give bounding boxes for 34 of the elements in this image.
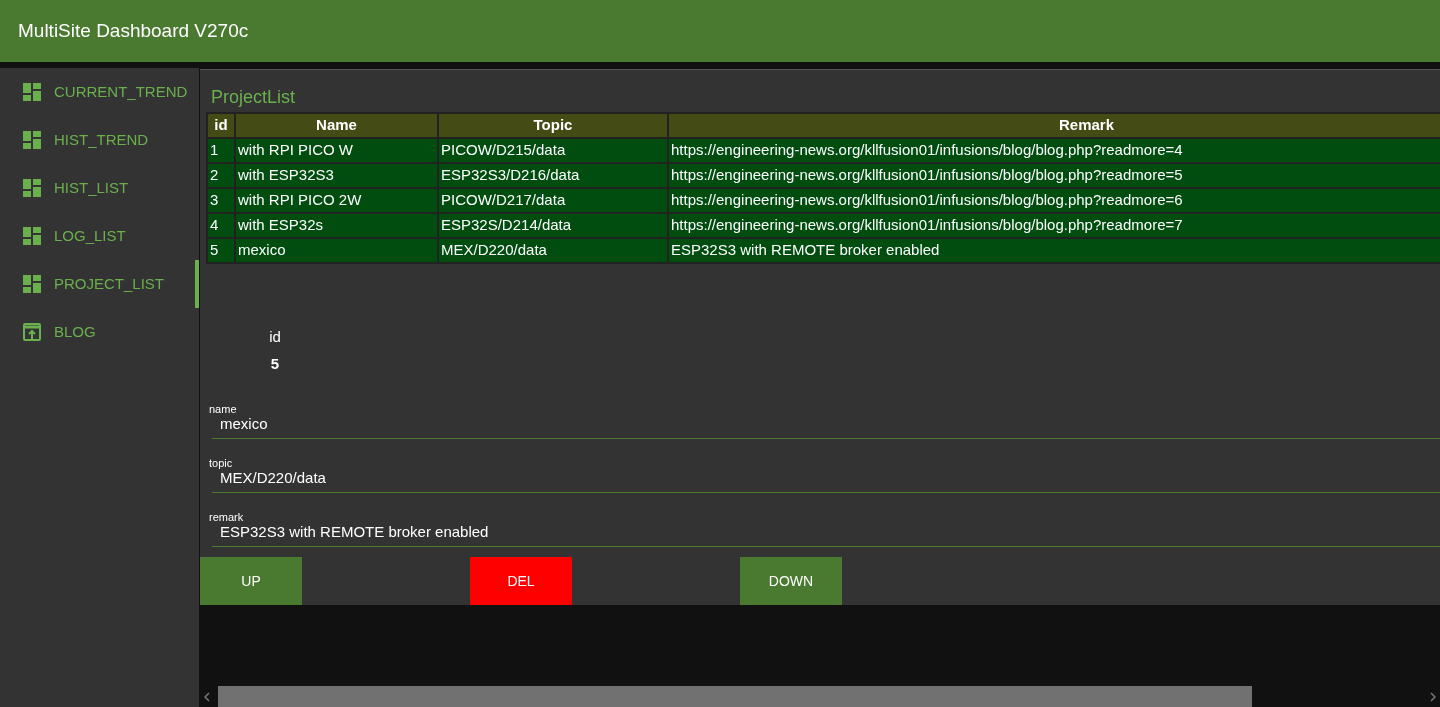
action-button[interactable]: DEL xyxy=(470,557,572,605)
sidebar-item[interactable]: LOG_LIST xyxy=(0,212,199,260)
field-label: topic xyxy=(209,458,234,470)
sidebar-item[interactable]: HIST_TREND xyxy=(0,116,199,164)
dashboard-icon xyxy=(23,179,41,197)
sidebar-item[interactable]: HIST_LIST xyxy=(0,164,199,212)
sidebar-item[interactable]: BLOG xyxy=(0,308,199,356)
field-value: mexico xyxy=(220,415,269,434)
scroll-left-icon[interactable] xyxy=(204,691,210,702)
open-in-browser-icon xyxy=(23,323,41,341)
field-label: remark xyxy=(209,512,245,524)
column-header: id xyxy=(207,113,235,138)
column-header: Topic xyxy=(438,113,668,138)
column-header: Remark xyxy=(668,113,1440,138)
field-value: ESP32S3 with REMOTE broker enabled xyxy=(220,523,490,542)
dashboard-icon xyxy=(23,227,41,245)
field-label: name xyxy=(209,404,238,416)
table-cell: MEX/D220/data xyxy=(438,238,668,263)
dashboard-icon xyxy=(23,275,41,293)
scroll-right-icon[interactable] xyxy=(1430,691,1436,702)
table-cell: 5 xyxy=(207,238,235,263)
scrollbar-thumb[interactable] xyxy=(218,686,1252,707)
dashboard-icon xyxy=(23,83,41,101)
table-cell: mexico xyxy=(235,238,438,263)
id-value: 5 xyxy=(270,353,280,374)
field-value: MEX/D220/data xyxy=(220,469,327,488)
app-title: MultiSite Dashboard V270c xyxy=(18,18,249,43)
id-label: id xyxy=(269,327,281,347)
dashboard-icon xyxy=(23,131,41,149)
panel-title: ProjectList xyxy=(210,86,297,109)
column-header: Name xyxy=(235,113,438,138)
sidebar-item[interactable]: CURRENT_TREND xyxy=(0,68,199,116)
action-button[interactable]: UP xyxy=(200,557,302,605)
action-button[interactable]: DOWN xyxy=(740,557,842,605)
